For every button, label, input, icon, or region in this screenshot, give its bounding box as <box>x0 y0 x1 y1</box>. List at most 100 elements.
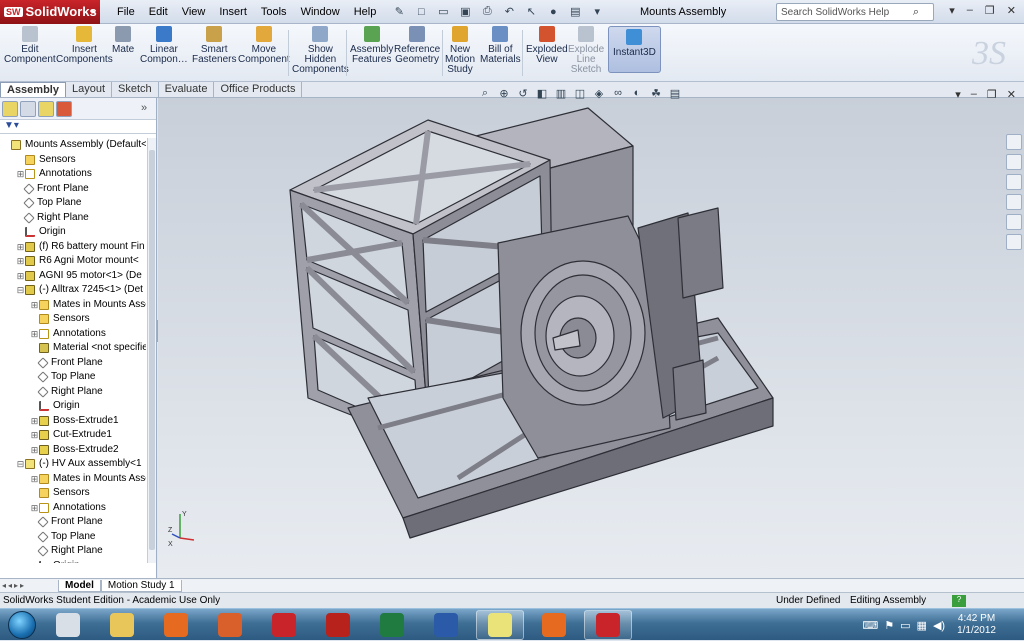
minimize-icon[interactable]: – <box>967 4 973 17</box>
expand-icon[interactable]: ⊞ <box>30 428 39 443</box>
taskbar-app[interactable] <box>530 610 578 640</box>
save-icon[interactable]: ▣ <box>457 4 473 20</box>
menu-edit[interactable]: Edit <box>142 6 175 18</box>
taskbar-app[interactable] <box>584 609 632 640</box>
tab-evaluate[interactable]: Evaluate <box>159 82 215 97</box>
close-icon[interactable]: ✕ <box>1007 4 1016 17</box>
open-folder-icon[interactable]: ▭ <box>435 4 451 20</box>
file-explorer-icon[interactable] <box>1006 174 1022 190</box>
collapse-icon[interactable]: ⊟ <box>16 283 25 298</box>
feature-tree-item[interactable]: Origin <box>0 399 146 414</box>
feature-tree-item[interactable]: ⊞ Cut-Extrude1 <box>0 428 146 443</box>
feature-tree-item[interactable]: ⊟ (-) Alltrax 7245<1> (Det <box>0 283 146 298</box>
tab-layout[interactable]: Layout <box>66 82 113 97</box>
feature-tree-item[interactable]: Right Plane <box>0 544 146 559</box>
display-manager-tab-icon[interactable] <box>56 100 72 117</box>
expand-panel-icon[interactable]: » <box>136 101 152 117</box>
reference-geometry-button[interactable]: Reference Geometry <box>394 26 440 65</box>
instant3d-button[interactable]: Instant3D <box>608 26 661 73</box>
assembly-3d-model[interactable] <box>158 98 1024 578</box>
file-properties-icon[interactable]: ▤ <box>567 4 583 20</box>
taskbar-app[interactable] <box>44 610 92 640</box>
network-icon[interactable]: ▦ <box>917 619 927 632</box>
feature-tree-tab-icon[interactable] <box>2 100 18 117</box>
custom-properties-icon[interactable] <box>1006 234 1022 250</box>
bill-of-materials-button[interactable]: Bill of Materials <box>480 26 521 65</box>
show-hidden-components-button[interactable]: Show Hidden Components <box>292 26 349 75</box>
feature-tree-item[interactable]: Sensors <box>0 153 146 168</box>
keyboard-icon[interactable]: ⌨ <box>862 619 878 632</box>
feature-tree-item[interactable]: ⊞ Mates in Mounts Asser <box>0 298 146 313</box>
expand-icon[interactable]: ⊞ <box>30 298 39 313</box>
linear-component-pattern-button[interactable]: Linear Compon… <box>140 26 188 65</box>
feature-tree-item[interactable]: Material <not specified <box>0 341 146 356</box>
expand-icon[interactable]: ⊞ <box>30 472 39 487</box>
search-box[interactable]: Search SolidWorks Help ⌕ <box>776 3 934 21</box>
appearances-icon[interactable] <box>1006 214 1022 230</box>
feature-tree-item[interactable]: ⊟ (-) HV Aux assembly<1 <box>0 457 146 472</box>
undo-icon[interactable]: ↶ <box>501 4 517 20</box>
design-library-icon[interactable] <box>1006 154 1022 170</box>
insert-components-button[interactable]: Insert Components <box>56 26 113 65</box>
pin-icon[interactable]: ✎ <box>391 4 407 20</box>
menu-file[interactable]: File <box>110 6 142 18</box>
feature-tree-item[interactable]: Origin <box>0 225 146 240</box>
feature-tree-item[interactable]: ⊞ Mates in Mounts Asser <box>0 472 146 487</box>
search-icon[interactable]: ⌕ <box>913 6 919 19</box>
taskbar-app[interactable] <box>476 609 524 640</box>
feature-tree-item[interactable]: Top Plane <box>0 196 146 211</box>
assembly-features-button[interactable]: Assembly Features <box>350 26 393 65</box>
scroll-thumb[interactable] <box>149 150 155 550</box>
taskbar-app[interactable] <box>152 610 200 640</box>
taskbar-app[interactable] <box>206 610 254 640</box>
feature-tree-item[interactable]: Sensors <box>0 312 146 327</box>
action-center-flag-icon[interactable]: ⚑ <box>884 619 894 632</box>
solidworks-logo[interactable]: SW SolidWorks ▸ <box>0 0 100 24</box>
tab-motion-study[interactable]: Motion Study 1 <box>100 579 182 592</box>
feature-tree-item[interactable]: Front Plane <box>0 515 146 530</box>
smart-fasteners-button[interactable]: Smart Fasteners <box>192 26 236 65</box>
print-icon[interactable]: ⎙ <box>479 4 495 20</box>
clock[interactable]: 4:42 PM 1/1/2012 <box>957 613 996 637</box>
expand-icon[interactable]: ⊞ <box>16 254 25 269</box>
expand-icon[interactable]: ⊞ <box>16 167 25 182</box>
feature-tree-item[interactable]: ⊞ Annotations <box>0 501 146 516</box>
taskbar-app[interactable] <box>314 610 362 640</box>
select-pointer-icon[interactable]: ↖ <box>523 4 539 20</box>
tab-office-products[interactable]: Office Products <box>214 82 303 97</box>
menu-help[interactable]: Help <box>347 6 384 18</box>
feature-tree-item[interactable]: Front Plane <box>0 356 146 371</box>
rebuild-traffic-light-icon[interactable]: ● <box>545 4 561 20</box>
expand-icon[interactable]: ⊞ <box>16 269 25 284</box>
move-component-button[interactable]: Move Component <box>238 26 290 65</box>
taskbar-app[interactable] <box>422 610 470 640</box>
options-icon[interactable]: ▾ <box>589 4 605 20</box>
exploded-view-button[interactable]: Exploded View <box>526 26 568 65</box>
graphics-area[interactable]: ⌕ ⊕ ↺ ◧ ▥ ◫ ◈ ∞ ◐ ☘ ▤ ▾ – ❐ ✕ Z Y X <box>158 87 1024 578</box>
feature-tree-item[interactable]: Right Plane <box>0 211 146 226</box>
feature-tree-item[interactable]: Sensors <box>0 486 146 501</box>
feature-tree-item[interactable]: ⊞ (f) R6 battery mount Fin <box>0 240 146 255</box>
display-icon[interactable]: ▭ <box>900 619 910 632</box>
restore-icon[interactable]: ❐ <box>985 4 995 17</box>
filter-icon[interactable]: ▼▾ <box>4 120 19 131</box>
menu-insert[interactable]: Insert <box>212 6 254 18</box>
feature-tree-item[interactable]: Origin <box>0 559 146 563</box>
feature-tree-item[interactable]: Front Plane <box>0 182 146 197</box>
mate-button[interactable]: Mate <box>112 26 134 55</box>
feature-tree-item[interactable]: Top Plane <box>0 530 146 545</box>
view-palette-icon[interactable] <box>1006 194 1022 210</box>
feature-tree-item[interactable]: ⊞ R6 Agni Motor mount< <box>0 254 146 269</box>
volume-icon[interactable]: ◀) <box>933 619 945 632</box>
menu-view[interactable]: View <box>175 6 213 18</box>
quick-tips-icon[interactable]: ? <box>952 594 966 607</box>
tab-navigation-arrows-icon[interactable]: ◂◂▸▸ <box>0 581 58 590</box>
help-dropdown-icon[interactable]: ▾ <box>949 4 955 17</box>
expand-icon[interactable]: ⊞ <box>30 327 39 342</box>
new-motion-study-button[interactable]: New Motion Study <box>445 26 475 75</box>
feature-tree-scrollbar[interactable] <box>147 138 156 563</box>
configuration-manager-tab-icon[interactable] <box>38 100 54 117</box>
tab-model[interactable]: Model <box>58 579 101 592</box>
feature-tree-item[interactable]: ⊞ AGNI 95 motor<1> (De <box>0 269 146 284</box>
solidworks-resources-icon[interactable] <box>1006 134 1022 150</box>
